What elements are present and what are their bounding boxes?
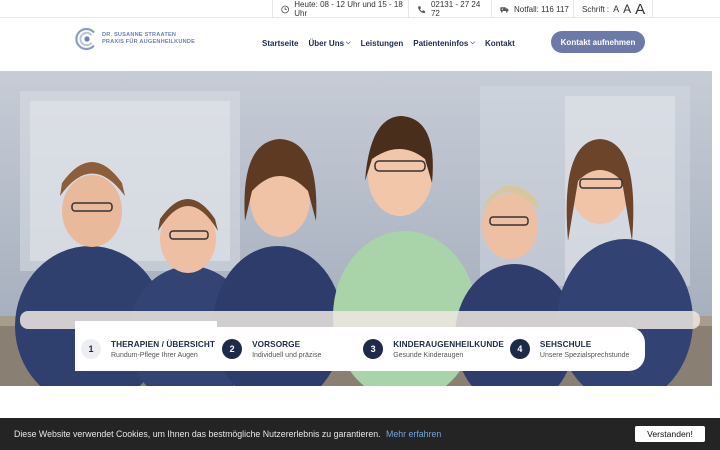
opening-hours: Heute: 08 - 12 Uhr und 15 - 18 Uhr (272, 0, 408, 18)
feature-title: SEHSCHULE (539, 339, 592, 349)
font-size-medium-button[interactable]: A (623, 3, 631, 15)
feature-number: 1 (81, 339, 101, 359)
main-navigation: Startseite Über Uns ⌵ Leistungen Patiente… (262, 39, 525, 48)
font-size-switcher: Schrift : A A A (573, 0, 653, 18)
site-header: DR. SUSANNE STRAATEN PRAXIS FÜR AUGENHEI… (0, 19, 720, 71)
emergency-number[interactable]: Notfall: 116 117 (491, 0, 573, 18)
font-size-small-button[interactable]: A (613, 4, 619, 14)
emergency-number-text: Notfall: 116 117 (514, 4, 569, 14)
feature-text: VORSORGE Individuell und präzise (252, 340, 321, 359)
cookie-message-text: Diese Website verwendet Cookies, um Ihne… (14, 429, 381, 439)
feature-title: KINDERAUGENHEILKUNDE (393, 339, 504, 349)
ambulance-icon (500, 6, 509, 13)
active-tab-indicator (75, 321, 217, 329)
nav-leistungen-label: Leistungen (360, 39, 404, 48)
phone-icon (418, 5, 426, 13)
phone-number-text: 02131 - 27 24 72 (430, 0, 481, 18)
nav-leistungen[interactable]: Leistungen (361, 39, 404, 48)
nav-kontakt-label: Kontakt (484, 39, 515, 48)
feature-text: THERAPIEN / ÜBERSICHT Rundum-Pflege Ihre… (111, 340, 215, 359)
eye-logo-icon (75, 27, 95, 51)
nav-startseite[interactable]: Startseite (262, 39, 298, 48)
feature-vorsorge[interactable]: 2 VORSORGE Individuell und präzise (216, 327, 357, 371)
practice-logo[interactable]: DR. SUSANNE STRAATEN PRAXIS FÜR AUGENHEI… (75, 27, 195, 51)
feature-title: THERAPIEN / ÜBERSICHT (111, 339, 215, 349)
nav-startseite-label: Startseite (262, 39, 299, 48)
nav-patienteninfos[interactable]: Patienteninfos ⌵ (413, 39, 475, 48)
cookie-more-link[interactable]: Mehr erfahren (386, 429, 441, 439)
nav-ueber-uns-label: Über Uns (308, 39, 345, 48)
feature-subtitle: Individuell und präzise (252, 351, 322, 359)
nav-kontakt[interactable]: Kontakt (485, 39, 515, 48)
feature-subtitle: Rundum-Pflege Ihrer Augen (111, 351, 198, 359)
feature-subtitle: Gesunde Kinderaugen (393, 351, 464, 359)
feature-number: 3 (363, 339, 384, 359)
feature-text: SEHSCHULE Unsere Spezialsprechstunde (540, 340, 630, 359)
chevron-down-icon: ⌵ (346, 40, 351, 46)
feature-therapien[interactable]: 1 THERAPIEN / ÜBERSICHT Rundum-Pflege Ih… (75, 321, 217, 371)
logo-line-subtitle: PRAXIS FÜR AUGENHEILKUNDE (102, 39, 196, 45)
contact-cta-button[interactable]: Kontakt aufnehmen (551, 31, 645, 53)
nav-patienteninfos-label: Patienteninfos (413, 39, 469, 48)
page-edge (712, 71, 720, 386)
cookie-accept-button[interactable]: Verstanden! (635, 426, 705, 442)
font-size-large-button[interactable]: A (635, 2, 645, 17)
feature-title: VORSORGE (252, 339, 301, 349)
feature-tiles: 1 THERAPIEN / ÜBERSICHT Rundum-Pflege Ih… (75, 321, 645, 371)
nav-ueber-uns[interactable]: Über Uns ⌵ (308, 39, 350, 48)
logo-line-name: DR. SUSANNE STRAATEN (102, 32, 177, 39)
logo-text: DR. SUSANNE STRAATEN PRAXIS FÜR AUGENHEI… (102, 32, 195, 46)
top-info-bar: Heute: 08 - 12 Uhr und 15 - 18 Uhr 02131… (0, 0, 720, 18)
feature-number: 2 (222, 339, 243, 359)
feature-sehschule[interactable]: 4 SEHSCHULE Unsere Spezialsprechstunde (504, 327, 645, 371)
feature-kinderaugenheilkunde[interactable]: 3 KINDERAUGENHEILKUNDE Gesunde Kinderaug… (357, 327, 504, 371)
chevron-down-icon: ⌵ (470, 40, 475, 46)
cookie-message: Diese Website verwendet Cookies, um Ihne… (14, 429, 441, 439)
font-size-label: Schrift : (582, 4, 610, 14)
feature-number: 4 (509, 339, 530, 359)
feature-subtitle: Unsere Spezialsprechstunde (539, 351, 630, 359)
clock-icon (281, 5, 290, 13)
feature-text: KINDERAUGENHEILKUNDE Gesunde Kinderaugen (393, 340, 504, 359)
opening-hours-text: Heute: 08 - 12 Uhr und 15 - 18 Uhr (294, 0, 403, 18)
cookie-banner: Diese Website verwendet Cookies, um Ihne… (0, 418, 720, 450)
phone-number[interactable]: 02131 - 27 24 72 (408, 0, 491, 18)
